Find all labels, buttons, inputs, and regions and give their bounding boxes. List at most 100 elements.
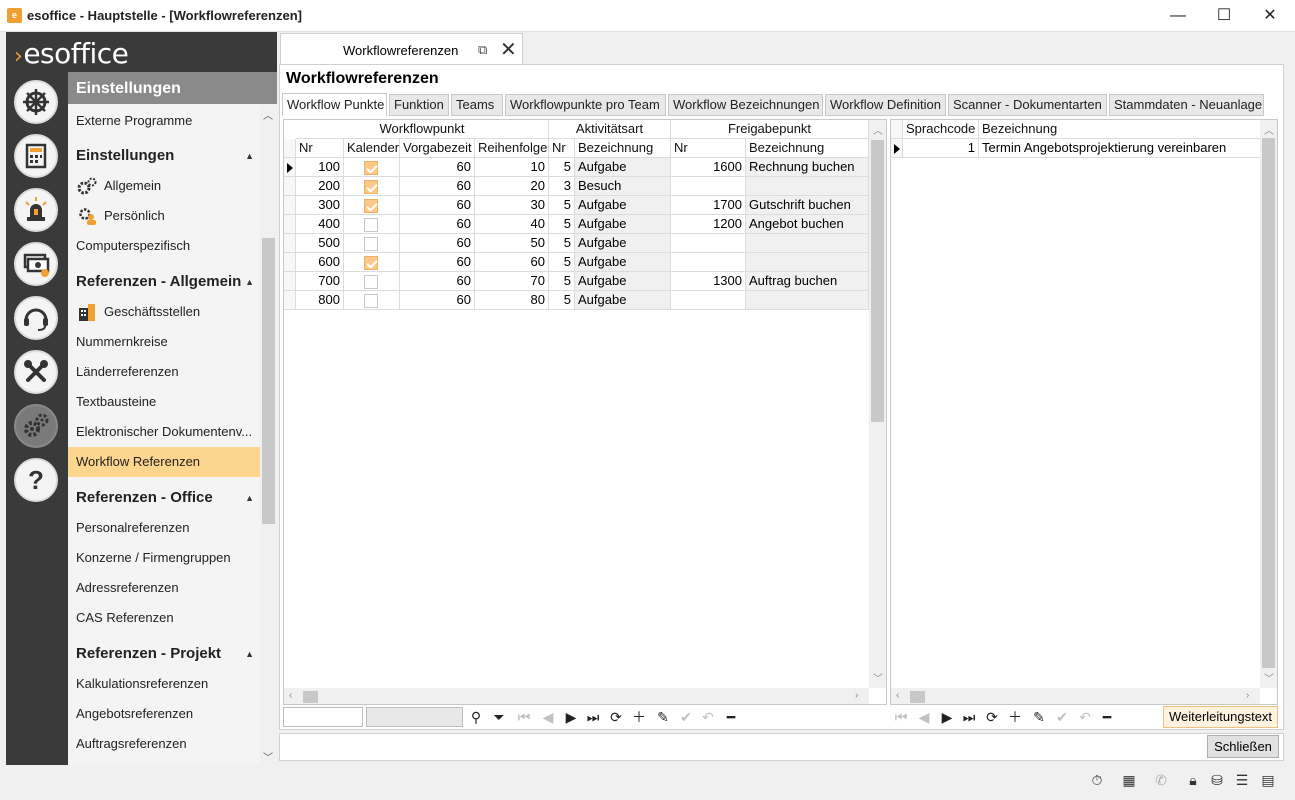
building-status-icon[interactable]: ▦ (1120, 772, 1138, 790)
rail-money-button[interactable] (14, 242, 58, 286)
close-window-button[interactable]: ✕ (1247, 0, 1293, 32)
nav-item-elektronischer-dokumentenv[interactable]: Elektronischer Dokumentenv... (68, 417, 260, 447)
undo-icon[interactable]: ↶ (698, 707, 718, 727)
cell-nr[interactable]: 100 (296, 158, 344, 177)
prev-record-icon[interactable]: ◀ (914, 707, 934, 727)
cell-nr[interactable]: 200 (296, 177, 344, 196)
nav-item-textbausteine[interactable]: Textbausteine (68, 387, 260, 417)
nav-item-geschaeftsstellen[interactable]: Geschäftsstellen (68, 297, 260, 327)
workflow-points-grid[interactable]: Workflowpunkt Aktivitätsart Freigabepunk… (283, 119, 887, 705)
first-record-icon[interactable]: ⏮ (891, 707, 911, 727)
cell-vorgabezeit[interactable]: 60 (400, 291, 475, 310)
nav-group-referenzen-office[interactable]: Referenzen - Office ▲ (68, 483, 260, 513)
refresh-icon[interactable]: ⟳ (606, 707, 626, 727)
delete-icon[interactable]: ━ (721, 707, 741, 727)
cell-frei-bezeichnung[interactable] (746, 253, 869, 272)
collapse-caret-icon[interactable]: ▲ (245, 141, 254, 171)
nav-item-externe-programme[interactable]: Externe Programme (68, 106, 260, 136)
cell-kalender[interactable] (344, 253, 400, 272)
cell-reihenfolge[interactable]: 60 (475, 253, 549, 272)
database-icon[interactable]: ⛁ (1208, 772, 1226, 790)
scroll-thumb[interactable] (871, 140, 884, 422)
scroll-up-icon[interactable]: ︿ (263, 107, 273, 122)
confirm-icon[interactable]: ✔ (676, 707, 696, 727)
cell-vorgabezeit[interactable]: 60 (400, 253, 475, 272)
tab-funktion[interactable]: Funktion (389, 94, 449, 116)
nav-item-adressreferenzen[interactable]: Adressreferenzen (68, 573, 260, 603)
cell-bezeichnung[interactable]: Termin Angebotsprojektierung vereinbaren (979, 139, 1261, 158)
cell-akt-nr[interactable]: 5 (549, 253, 575, 272)
kalender-checkbox[interactable] (364, 256, 378, 270)
nav-item-cas-referenzen[interactable]: CAS Referenzen (68, 603, 260, 633)
cell-vorgabezeit[interactable]: 60 (400, 196, 475, 215)
nav-scrollbar[interactable]: ︿ ﹀ (260, 104, 277, 765)
cell-akt-nr[interactable]: 5 (549, 215, 575, 234)
collapse-caret-icon[interactable]: ▲ (245, 267, 254, 297)
cell-kalender[interactable] (344, 196, 400, 215)
rail-helm-button[interactable] (14, 80, 58, 124)
rail-alarm-button[interactable] (14, 188, 58, 232)
kalender-checkbox[interactable] (364, 180, 378, 194)
search-icon[interactable]: ⚲ (466, 707, 486, 727)
weiterleitungstext-button[interactable]: Weiterleitungstext (1163, 706, 1278, 728)
cell-frei-nr[interactable]: 1700 (671, 196, 746, 215)
nav-item-kalkulationsreferenzen[interactable]: Kalkulationsreferenzen (68, 669, 260, 699)
edit-icon[interactable]: ✎ (653, 707, 673, 727)
rail-tools-button[interactable] (14, 350, 58, 394)
last-record-icon[interactable]: ⏭ (959, 707, 979, 727)
cell-nr[interactable]: 500 (296, 234, 344, 253)
popout-icon[interactable]: ⧉ (478, 42, 487, 58)
cell-sprachcode[interactable]: 1 (903, 139, 979, 158)
cell-frei-nr[interactable]: 1300 (671, 272, 746, 291)
col-header-sprachcode[interactable]: Sprachcode (903, 120, 979, 139)
nav-item-computerspezifisch[interactable]: Computerspezifisch (68, 231, 260, 261)
tab-workflowpunkte-pro-team[interactable]: Workflowpunkte pro Team (505, 94, 666, 116)
cell-frei-bezeichnung[interactable]: Angebot buchen (746, 215, 869, 234)
tab-stammdaten-neuanlage[interactable]: Stammdaten - Neuanlage (1109, 94, 1264, 116)
cell-akt-nr[interactable]: 5 (549, 158, 575, 177)
cell-akt-bezeichnung[interactable]: Aufgabe (575, 272, 671, 291)
kalender-checkbox[interactable] (364, 237, 378, 251)
scroll-down-icon[interactable]: ﹀ (873, 670, 883, 685)
nav-item-persoenlich[interactable]: Persönlich (68, 201, 260, 231)
scroll-up-icon[interactable]: ︿ (873, 122, 883, 137)
filter-input[interactable] (366, 707, 463, 727)
nav-item-workflow-referenzen[interactable]: Workflow Referenzen (68, 447, 260, 477)
add-icon[interactable]: ＋ (1005, 707, 1025, 727)
cell-akt-nr[interactable]: 3 (549, 177, 575, 196)
list-icon[interactable]: ☰ (1233, 772, 1251, 790)
cell-akt-nr[interactable]: 5 (549, 196, 575, 215)
cell-akt-nr[interactable]: 5 (549, 291, 575, 310)
tab-scanner-dokumentarten[interactable]: Scanner - Dokumentarten (948, 94, 1107, 116)
rail-settings-button[interactable] (14, 404, 58, 448)
nav-item-nummernkreise[interactable]: Nummernkreise (68, 327, 260, 357)
col-header-kalender[interactable]: Kalender (344, 139, 400, 158)
scroll-left-icon[interactable]: ‹ (896, 690, 899, 701)
tab-workflow-bezeichnungen[interactable]: Workflow Bezeichnungen (668, 94, 823, 116)
cell-kalender[interactable] (344, 215, 400, 234)
phone-icon[interactable]: ✆ (1152, 772, 1170, 790)
collapse-caret-icon[interactable]: ▲ (245, 483, 254, 513)
rail-calculator-button[interactable] (14, 134, 58, 178)
cell-akt-bezeichnung[interactable]: Aufgabe (575, 196, 671, 215)
descriptions-grid[interactable]: Sprachcode Bezeichnung 1 Termin Angebots… (890, 119, 1278, 705)
scroll-right-icon[interactable]: › (855, 690, 858, 701)
cell-akt-bezeichnung[interactable]: Aufgabe (575, 215, 671, 234)
nav-group-referenzen-projekt[interactable]: Referenzen - Projekt ▲ (68, 639, 260, 669)
cell-reihenfolge[interactable]: 80 (475, 291, 549, 310)
cell-kalender[interactable] (344, 158, 400, 177)
cell-akt-bezeichnung[interactable]: Aufgabe (575, 291, 671, 310)
cell-vorgabezeit[interactable]: 60 (400, 177, 475, 196)
cell-frei-bezeichnung[interactable] (746, 291, 869, 310)
refresh-icon[interactable]: ⟳ (982, 707, 1002, 727)
cell-akt-bezeichnung[interactable]: Besuch (575, 177, 671, 196)
prev-record-icon[interactable]: ◀ (538, 707, 558, 727)
nav-group-einstellungen[interactable]: Einstellungen ▲ (68, 141, 260, 171)
tab-workflow-punkte[interactable]: Workflow Punkte (282, 93, 387, 116)
delete-icon[interactable]: ━ (1097, 707, 1117, 727)
last-record-icon[interactable]: ⏭ (583, 707, 603, 727)
lock-icon[interactable]: 🔒︎ (1184, 772, 1202, 790)
scroll-right-icon[interactable]: › (1246, 690, 1249, 701)
cell-nr[interactable]: 700 (296, 272, 344, 291)
nav-scroll-thumb[interactable] (262, 238, 275, 524)
